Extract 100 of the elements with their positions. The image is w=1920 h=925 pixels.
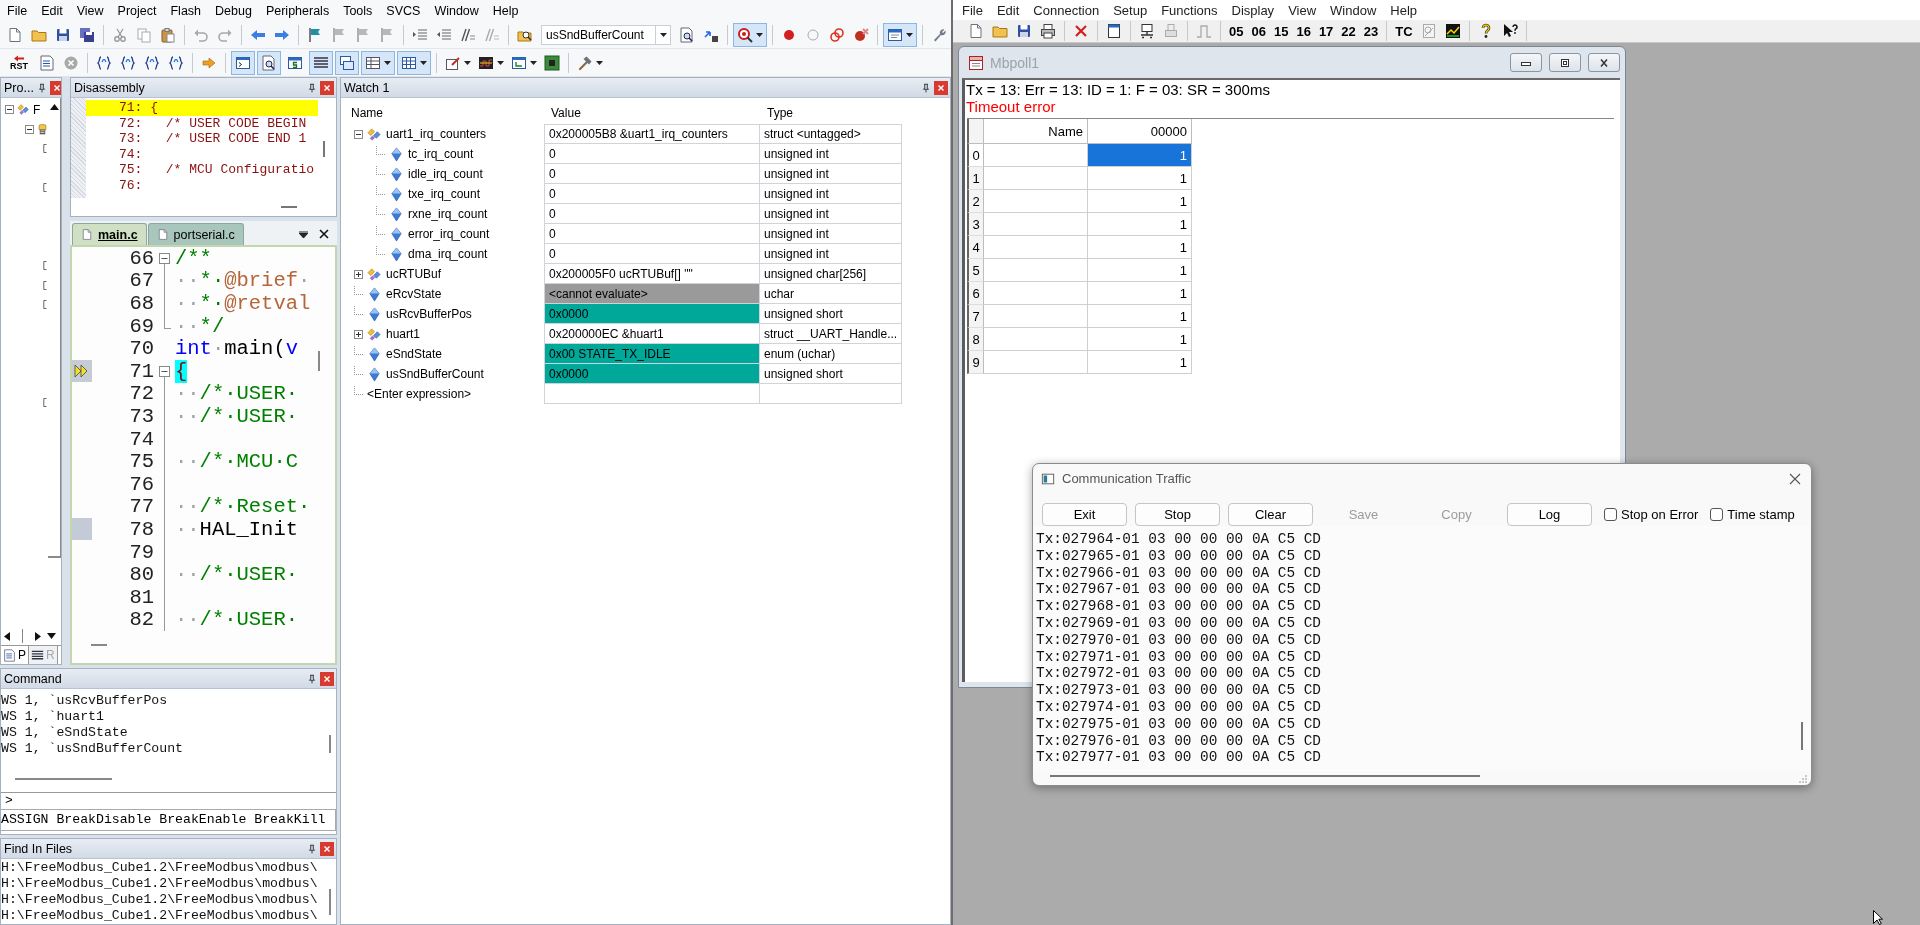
floppy-disks-icon[interactable] xyxy=(79,26,95,43)
scrollbar-thumb[interactable] xyxy=(1050,775,1480,777)
menu-item[interactable]: Flash xyxy=(163,3,209,18)
scrollbar-thumb[interactable] xyxy=(15,778,112,780)
dropdown-icon[interactable] xyxy=(299,231,308,238)
table-cell[interactable] xyxy=(984,351,1088,374)
dialog-button[interactable]: Clear xyxy=(1228,503,1313,526)
variable-name[interactable]: huart1 xyxy=(386,327,421,341)
file-tab[interactable]: portserial.c xyxy=(147,223,244,245)
braces-arrow-icon[interactable] xyxy=(144,54,160,71)
table-cell[interactable]: 1 xyxy=(1088,190,1192,213)
indent-icon[interactable] xyxy=(412,26,428,43)
toolbar-button[interactable] xyxy=(883,22,917,47)
variable-name[interactable]: idle_irq_count xyxy=(408,167,483,181)
search-result-line[interactable]: H:\FreeModbus_Cube1.2\FreeModbus\modbus\ xyxy=(1,860,318,876)
scroll-up-icon[interactable] xyxy=(49,104,59,110)
symbol-dropdown[interactable]: usSndBufferCount xyxy=(541,24,671,45)
menu-item[interactable]: Help xyxy=(1383,2,1425,18)
column-header[interactable]: Value xyxy=(544,106,760,120)
checkbox[interactable] xyxy=(1604,508,1617,521)
menu-item[interactable]: View xyxy=(1281,2,1324,18)
scrollbar-thumb[interactable] xyxy=(329,735,331,753)
dialog-button[interactable]: Log xyxy=(1507,503,1592,526)
window-icon[interactable] xyxy=(1106,23,1122,39)
variable-name[interactable]: ucRTUBuf xyxy=(386,267,442,281)
folder-icon[interactable] xyxy=(992,23,1008,39)
search-result-line[interactable]: H:\FreeModbus_Cube1.2\FreeModbus\modbus\ xyxy=(1,908,318,924)
collapse-icon[interactable] xyxy=(159,252,170,264)
caret-icon[interactable] xyxy=(497,60,504,65)
bracket-icon[interactable] xyxy=(43,397,47,407)
table-cell[interactable]: 1 xyxy=(1088,236,1192,259)
checkbox-label[interactable]: Stop on Error xyxy=(1621,507,1699,522)
reset-button[interactable]: RST xyxy=(6,50,32,75)
column-header[interactable]: Type xyxy=(760,106,902,120)
arrow-icon[interactable] xyxy=(201,54,217,71)
menu-item[interactable]: Setup xyxy=(1106,2,1155,18)
table-cell[interactable]: 1 xyxy=(1088,305,1192,328)
variable-name[interactable]: uart1_irq_counters xyxy=(386,127,487,141)
dot-cross-icon[interactable] xyxy=(853,26,869,43)
scrollbar-thumb[interactable] xyxy=(91,644,107,646)
flag-icon[interactable] xyxy=(307,26,323,43)
resize-grip-icon[interactable] xyxy=(1799,775,1807,783)
circuit-board-icon[interactable] xyxy=(544,54,560,71)
scrollbar-thumb[interactable] xyxy=(329,889,331,915)
variable-name[interactable]: dma_irq_count xyxy=(408,247,488,261)
scrollbar-thumb[interactable] xyxy=(323,141,325,157)
function-code-button[interactable]: 17 xyxy=(1314,23,1338,39)
menu-item[interactable]: File xyxy=(955,2,990,18)
pin-icon[interactable] xyxy=(307,81,317,94)
table-cell[interactable]: 1 xyxy=(1088,282,1192,305)
collapse-icon[interactable] xyxy=(159,365,170,377)
context-help-icon[interactable] xyxy=(1501,23,1518,39)
outdent-icon[interactable] xyxy=(436,26,452,43)
table-cell[interactable] xyxy=(984,236,1088,259)
bracket-icon[interactable] xyxy=(43,183,47,193)
tree-item[interactable]: F xyxy=(33,102,41,117)
function-code-button[interactable]: 16 xyxy=(1292,23,1315,39)
variable-name[interactable]: usSndBufferCount xyxy=(386,367,484,381)
scroll-left-icon[interactable] xyxy=(4,631,10,641)
save-icon[interactable] xyxy=(1016,23,1032,39)
close-button[interactable] xyxy=(1588,53,1620,72)
dialog-button[interactable]: Stop xyxy=(1135,503,1220,526)
menu-item[interactable]: Project xyxy=(110,3,164,18)
menu-item[interactable]: Functions xyxy=(1154,2,1225,18)
close-icon[interactable] xyxy=(1789,472,1801,485)
x-mark-icon[interactable] xyxy=(1073,23,1089,39)
braces-arrow-icon[interactable] xyxy=(120,54,136,71)
collapse-icon[interactable] xyxy=(5,105,14,115)
toolbar-button[interactable] xyxy=(309,50,333,75)
table-cell[interactable]: 1 xyxy=(1088,259,1192,282)
target-icon[interactable] xyxy=(37,122,48,136)
variable-name[interactable]: tc_irq_count xyxy=(408,147,474,161)
restore-button[interactable] xyxy=(1549,53,1581,72)
menu-item[interactable]: View xyxy=(69,3,111,18)
panel-tab[interactable]: P xyxy=(1,646,29,664)
menu-item[interactable]: Window xyxy=(427,3,486,18)
file-tab[interactable]: main.c xyxy=(72,223,147,245)
collapse-icon[interactable] xyxy=(25,124,34,134)
paste-icon[interactable] xyxy=(160,26,176,43)
menu-item[interactable]: Help xyxy=(485,3,526,18)
menu-item[interactable]: Display xyxy=(1224,2,1282,18)
menu-item[interactable]: Connection xyxy=(1026,2,1107,18)
table-cell[interactable]: 1 xyxy=(1088,328,1192,351)
checkbox-label[interactable]: Time stamp xyxy=(1727,507,1795,522)
table-cell[interactable]: 1 xyxy=(1088,351,1192,374)
toolbar-button[interactable] xyxy=(361,50,395,75)
caret-icon[interactable] xyxy=(464,60,471,65)
bracket-icon[interactable] xyxy=(43,144,47,154)
table-cell[interactable] xyxy=(984,259,1088,282)
scroll-down-icon[interactable] xyxy=(47,633,56,639)
document-search-icon[interactable] xyxy=(679,26,695,43)
menu-item[interactable]: Tools xyxy=(336,3,380,18)
dialog-button[interactable]: Exit xyxy=(1042,503,1127,526)
hammer-icon[interactable] xyxy=(577,54,593,71)
variable-name[interactable]: usRcvBufferPos xyxy=(386,307,472,321)
menu-item[interactable]: SVCS xyxy=(379,3,428,18)
table-cell[interactable] xyxy=(984,328,1088,351)
checkbox[interactable] xyxy=(1710,508,1724,521)
function-code-button[interactable]: 22 xyxy=(1337,23,1360,39)
expand-icon[interactable] xyxy=(354,329,363,339)
